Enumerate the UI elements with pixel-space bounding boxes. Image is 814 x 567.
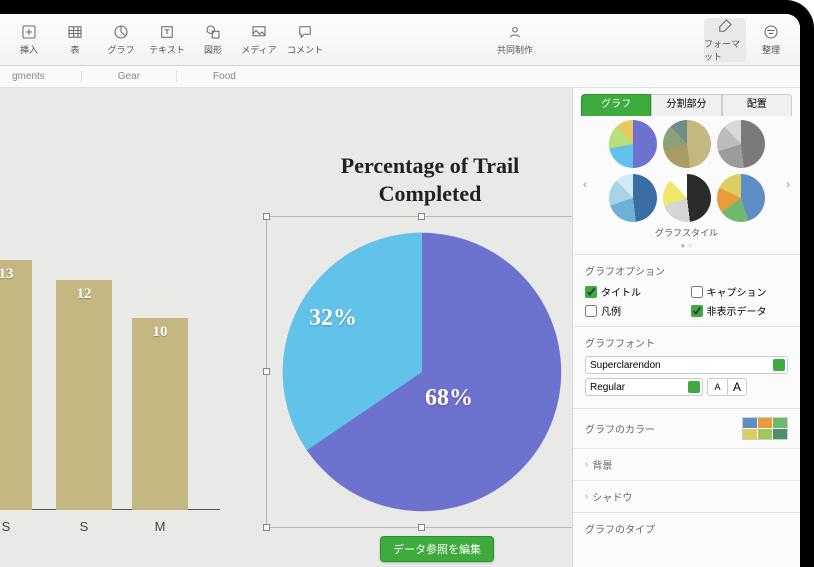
format-button[interactable]: フォーマット [704,18,746,62]
sheet-tab[interactable]: Food [213,71,272,82]
chart-style-thumb[interactable] [609,120,657,168]
check-title[interactable]: タイトル [585,284,683,299]
person-icon [506,23,524,41]
resize-handle[interactable] [418,524,425,531]
section-title: グラフのカラー [585,421,655,436]
font-smaller-button[interactable]: A [707,378,727,396]
font-bigger-button[interactable]: A [727,378,747,396]
pie-slice-label: 32% [309,305,357,332]
bar-value: 10 [153,324,168,341]
label: グラフ [107,43,134,56]
font-family-select[interactable]: Superclarendon [585,356,788,374]
disclosure-background[interactable]: 背景 [573,448,800,480]
tab-chart[interactable]: グラフ [581,94,651,116]
chart-title[interactable]: Percentage of Trail Completed [300,152,560,207]
shape-button[interactable]: 図形 [192,18,234,62]
label: コメント [287,43,323,56]
bar-value: 13 [0,266,14,283]
label: テキスト [149,43,185,56]
sheet-tabs: gments Gear Food [0,66,800,88]
insert-button[interactable]: 挿入 [8,18,50,62]
label: メディア [241,43,276,56]
bar: 13 S [0,260,32,510]
bar-category: S [2,519,11,534]
chart-style-thumb[interactable] [717,120,765,168]
chart-style-thumb[interactable] [663,120,711,168]
chevron-right-icon[interactable]: › [782,175,794,193]
color-swatches[interactable] [742,417,788,440]
pie-chart-selection[interactable]: 32% 68% [266,216,572,528]
resize-handle[interactable] [263,524,270,531]
bar: 12 S [56,280,112,510]
page-dots: ● ○ [573,241,800,250]
label: 表 [70,43,79,56]
edit-data-button[interactable]: データ参照を編集 [380,536,494,562]
label: 挿入 [20,43,38,56]
text-icon [158,23,176,41]
label: フォーマット [704,37,746,63]
section-title: グラフのタイプ [585,521,788,536]
bar-category: M [155,519,166,534]
toolbar: 挿入 表 グラフ テキスト 図形 メディア [0,14,800,66]
chart-style-thumb[interactable] [663,174,711,222]
sheet-tab[interactable]: gments [12,71,82,82]
resize-handle[interactable] [263,213,270,220]
tab-arrange[interactable]: 配置 [722,94,792,116]
filter-icon [762,23,780,41]
bar-value: 12 [77,286,92,303]
label: 整理 [762,43,780,56]
label: 図形 [204,43,222,56]
pie-icon [112,23,130,41]
sheet-tab[interactable]: Gear [118,71,177,82]
canvas[interactable]: 13 S 12 S 10 M Percentage of Trail Compl… [0,88,572,567]
media-icon [250,23,268,41]
check-hidden-data[interactable]: 非表示データ [691,303,789,318]
plus-box-icon [20,23,38,41]
section-title: グラフオプション [585,263,788,278]
resize-handle[interactable] [263,368,270,375]
bar-chart[interactable]: 13 S 12 S 10 M [0,238,220,538]
chart-style-thumb[interactable] [717,174,765,222]
bar-category: S [80,519,89,534]
check-caption[interactable]: キャプション [691,284,789,299]
table-icon [66,23,84,41]
brush-icon [716,17,734,35]
text-button[interactable]: テキスト [146,18,188,62]
disclosure-shadow[interactable]: シャドウ [573,480,800,512]
comment-button[interactable]: コメント [284,18,326,62]
tab-wedges[interactable]: 分割部分 [651,94,721,116]
bar: 10 M [132,318,188,510]
pie-slice-label: 68% [425,385,473,412]
pie-chart: 32% 68% [277,227,567,517]
organize-button[interactable]: 整理 [750,18,792,62]
chart-style-label: グラフスタイル [573,226,800,239]
comment-icon [296,23,314,41]
section-title: グラフフォント [585,335,788,350]
chart-button[interactable]: グラフ [100,18,142,62]
chart-style-thumb[interactable] [609,174,657,222]
collaborate-button[interactable]: 共同制作 [494,18,536,62]
check-legend[interactable]: 凡例 [585,303,683,318]
resize-handle[interactable] [418,213,425,220]
media-button[interactable]: メディア [238,18,280,62]
table-button[interactable]: 表 [54,18,96,62]
shape-icon [204,23,222,41]
inspector: グラフ 分割部分 配置 ‹ › グラフスタイル ● ○ [572,88,800,567]
font-style-select[interactable]: Regular [585,378,703,396]
label: 共同制作 [497,43,533,56]
chevron-left-icon[interactable]: ‹ [579,175,591,193]
